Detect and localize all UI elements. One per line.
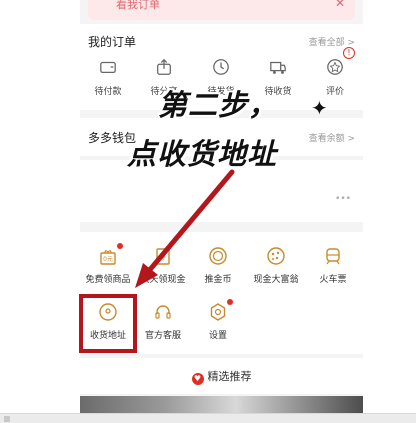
annotation-highlight-box [79, 294, 137, 353]
step-annotation: 第二步， [158, 88, 279, 122]
instruction-annotation: 点收货地址 [127, 137, 278, 171]
sparkle-icon: ✦ [311, 96, 328, 120]
annotation-arrow [135, 169, 235, 288]
